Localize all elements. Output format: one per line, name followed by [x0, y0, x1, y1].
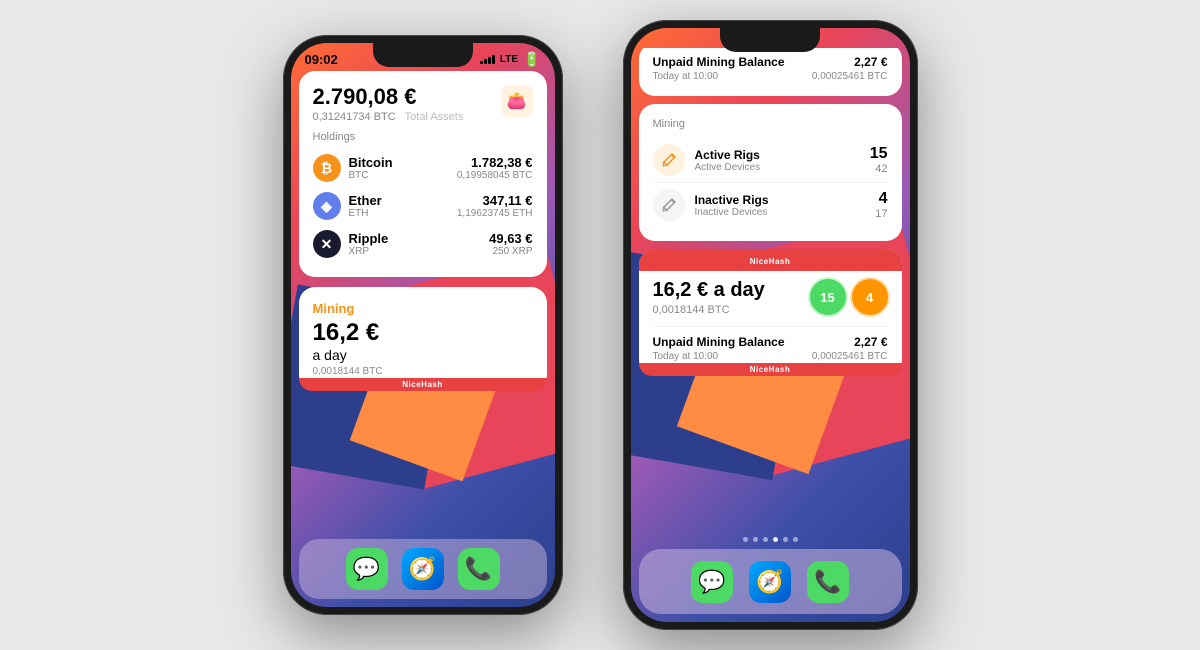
mining-stats-widget[interactable]: Mining Active Rigs Active Devices — [639, 104, 902, 241]
nicehash-badge-large: NiceHash — [639, 363, 902, 376]
unpaid-eur-large: 2,27 € — [812, 335, 888, 349]
inactive-devices-count: 17 — [875, 208, 887, 220]
active-rigs-badge: 15 — [810, 279, 846, 315]
phone-left-screen: 09:02 LTE 🔋 2.790,08 € — [291, 43, 555, 607]
time-left: 09:02 — [305, 52, 338, 67]
phone-left: 09:02 LTE 🔋 2.790,08 € — [283, 35, 563, 615]
dot-6 — [793, 537, 798, 542]
unpaid-eur-top: 2,27 € — [812, 55, 888, 69]
mining-small-widget[interactable]: Mining 16,2 € a day 0,0018144 BTC NiceHa… — [299, 287, 547, 390]
mining-section-label: Mining — [653, 118, 888, 130]
dot-5 — [783, 537, 788, 542]
active-devices-count: 42 — [870, 163, 888, 175]
dot-2 — [753, 537, 758, 542]
dock-safari-right[interactable]: 🧭 — [749, 561, 791, 603]
mining-large-widget[interactable]: NiceHash 16,2 € a day 0,0018144 BTC 15 4 — [639, 249, 902, 376]
portfolio-amount: 2.790,08 € — [313, 85, 464, 109]
unpaid-title-top: Unpaid Mining Balance — [653, 55, 785, 69]
unpaid-btc-top: 0,00025461 BTC — [812, 71, 888, 82]
unpaid-title-large: Unpaid Mining Balance — [653, 335, 785, 349]
widgets-area-left: 2.790,08 € 0,31241734 BTC Total Assets 👛… — [299, 71, 547, 537]
dock-right: 💬 🧭 📞 — [639, 549, 902, 614]
dot-3 — [763, 537, 768, 542]
ether-eur: 347,11 € — [457, 193, 533, 208]
phone-right-screen: Unpaid Mining Balance Today at 10:00 2,2… — [631, 28, 910, 622]
page-dots-right — [631, 537, 910, 542]
holdings-label: Holdings — [313, 131, 533, 143]
active-rigs-name: Active Rigs — [695, 148, 870, 162]
rig-badges: 15 4 — [810, 279, 888, 315]
wallet-icon: 👛 — [501, 85, 533, 117]
active-devices-sub: Active Devices — [695, 162, 870, 173]
nicehash-top-badge: NiceHash — [639, 249, 902, 271]
nicehash-badge-left: NiceHash — [299, 378, 547, 391]
ripple-eur: 49,63 € — [489, 231, 532, 246]
dock-messages-right[interactable]: 💬 — [691, 561, 733, 603]
right-widgets-area: Unpaid Mining Balance Today at 10:00 2,2… — [639, 48, 902, 542]
lte-label: LTE — [500, 54, 518, 65]
ripple-name: Ripple — [349, 231, 389, 246]
ether-crypto: 1,19623745 ETH — [457, 208, 533, 219]
mining-period: a day — [313, 347, 533, 363]
ripple-crypto: 250 XRP — [489, 246, 532, 257]
dock-phone[interactable]: 📞 — [458, 548, 500, 590]
mining-unpaid-row: Unpaid Mining Balance Today at 10:00 2,2… — [653, 326, 888, 362]
inactive-rigs-count: 4 — [875, 190, 887, 208]
portfolio-btc: 0,31241734 BTC Total Assets — [313, 111, 464, 123]
active-rigs-count: 15 — [870, 145, 888, 163]
dock-safari[interactable]: 🧭 — [402, 548, 444, 590]
dock-messages[interactable]: 💬 — [346, 548, 388, 590]
portfolio-widget[interactable]: 2.790,08 € 0,31241734 BTC Total Assets 👛… — [299, 71, 547, 277]
phone-right: Unpaid Mining Balance Today at 10:00 2,2… — [623, 20, 918, 630]
inactive-devices-sub: Inactive Devices — [695, 207, 876, 218]
bitcoin-ticker: BTC — [349, 170, 393, 181]
status-bar-left: 09:02 LTE 🔋 — [291, 43, 555, 71]
ripple-icon: ✕ — [313, 230, 341, 258]
ether-ticker: ETH — [349, 208, 382, 219]
inactive-rigs-name: Inactive Rigs — [695, 193, 876, 207]
mining-large-amount: 16,2 € a day — [653, 279, 765, 302]
status-icons-left: LTE 🔋 — [480, 51, 541, 68]
active-rigs-row: Active Rigs Active Devices 15 42 — [653, 138, 888, 183]
holding-ripple: ✕ Ripple XRP 49,63 € 250 XRP — [313, 225, 533, 263]
bitcoin-eur: 1.782,38 € — [457, 155, 533, 170]
unpaid-btc-large: 0,00025461 BTC — [812, 351, 888, 362]
holding-ether: ◈ Ether ETH 347,11 € 1,19623745 ETH — [313, 187, 533, 225]
inactive-rigs-badge: 4 — [852, 279, 888, 315]
mining-btc-small: 0,0018144 BTC — [313, 366, 533, 377]
partial-unpaid-widget: Unpaid Mining Balance Today at 10:00 2,2… — [639, 48, 902, 96]
mining-amount-large: 16,2 € — [313, 320, 533, 346]
dock-phone-right[interactable]: 📞 — [807, 561, 849, 603]
ether-name: Ether — [349, 193, 382, 208]
dot-4-active — [773, 537, 778, 542]
pickaxe-inactive-icon — [660, 196, 678, 214]
holding-bitcoin: ₿ Bitcoin BTC 1.782,38 € 0,19958045 BTC — [313, 149, 533, 187]
mining-large-body: 16,2 € a day 0,0018144 BTC 15 4 Unpaid M… — [653, 279, 888, 362]
ether-icon: ◈ — [313, 192, 341, 220]
unpaid-time-top: Today at 10:00 — [653, 71, 785, 82]
bitcoin-name: Bitcoin — [349, 155, 393, 170]
signal-icon — [480, 54, 495, 64]
dot-1 — [743, 537, 748, 542]
notch-right — [720, 28, 820, 52]
ripple-ticker: XRP — [349, 246, 389, 257]
bitcoin-icon: ₿ — [313, 154, 341, 182]
mining-label: Mining — [313, 301, 533, 316]
bitcoin-crypto: 0,19958045 BTC — [457, 170, 533, 181]
inactive-rig-icon-wrap — [653, 189, 685, 221]
unpaid-time-large: Today at 10:00 — [653, 351, 785, 362]
battery-icon: 🔋 — [523, 51, 540, 68]
pickaxe-active-icon — [660, 151, 678, 169]
nicehash-brand-large: NiceHash — [750, 257, 790, 266]
inactive-rigs-row: Inactive Rigs Inactive Devices 4 17 — [653, 183, 888, 227]
mining-large-btc: 0,0018144 BTC — [653, 304, 765, 316]
dock-left: 💬 🧭 📞 — [299, 539, 547, 599]
active-rig-icon-wrap — [653, 144, 685, 176]
